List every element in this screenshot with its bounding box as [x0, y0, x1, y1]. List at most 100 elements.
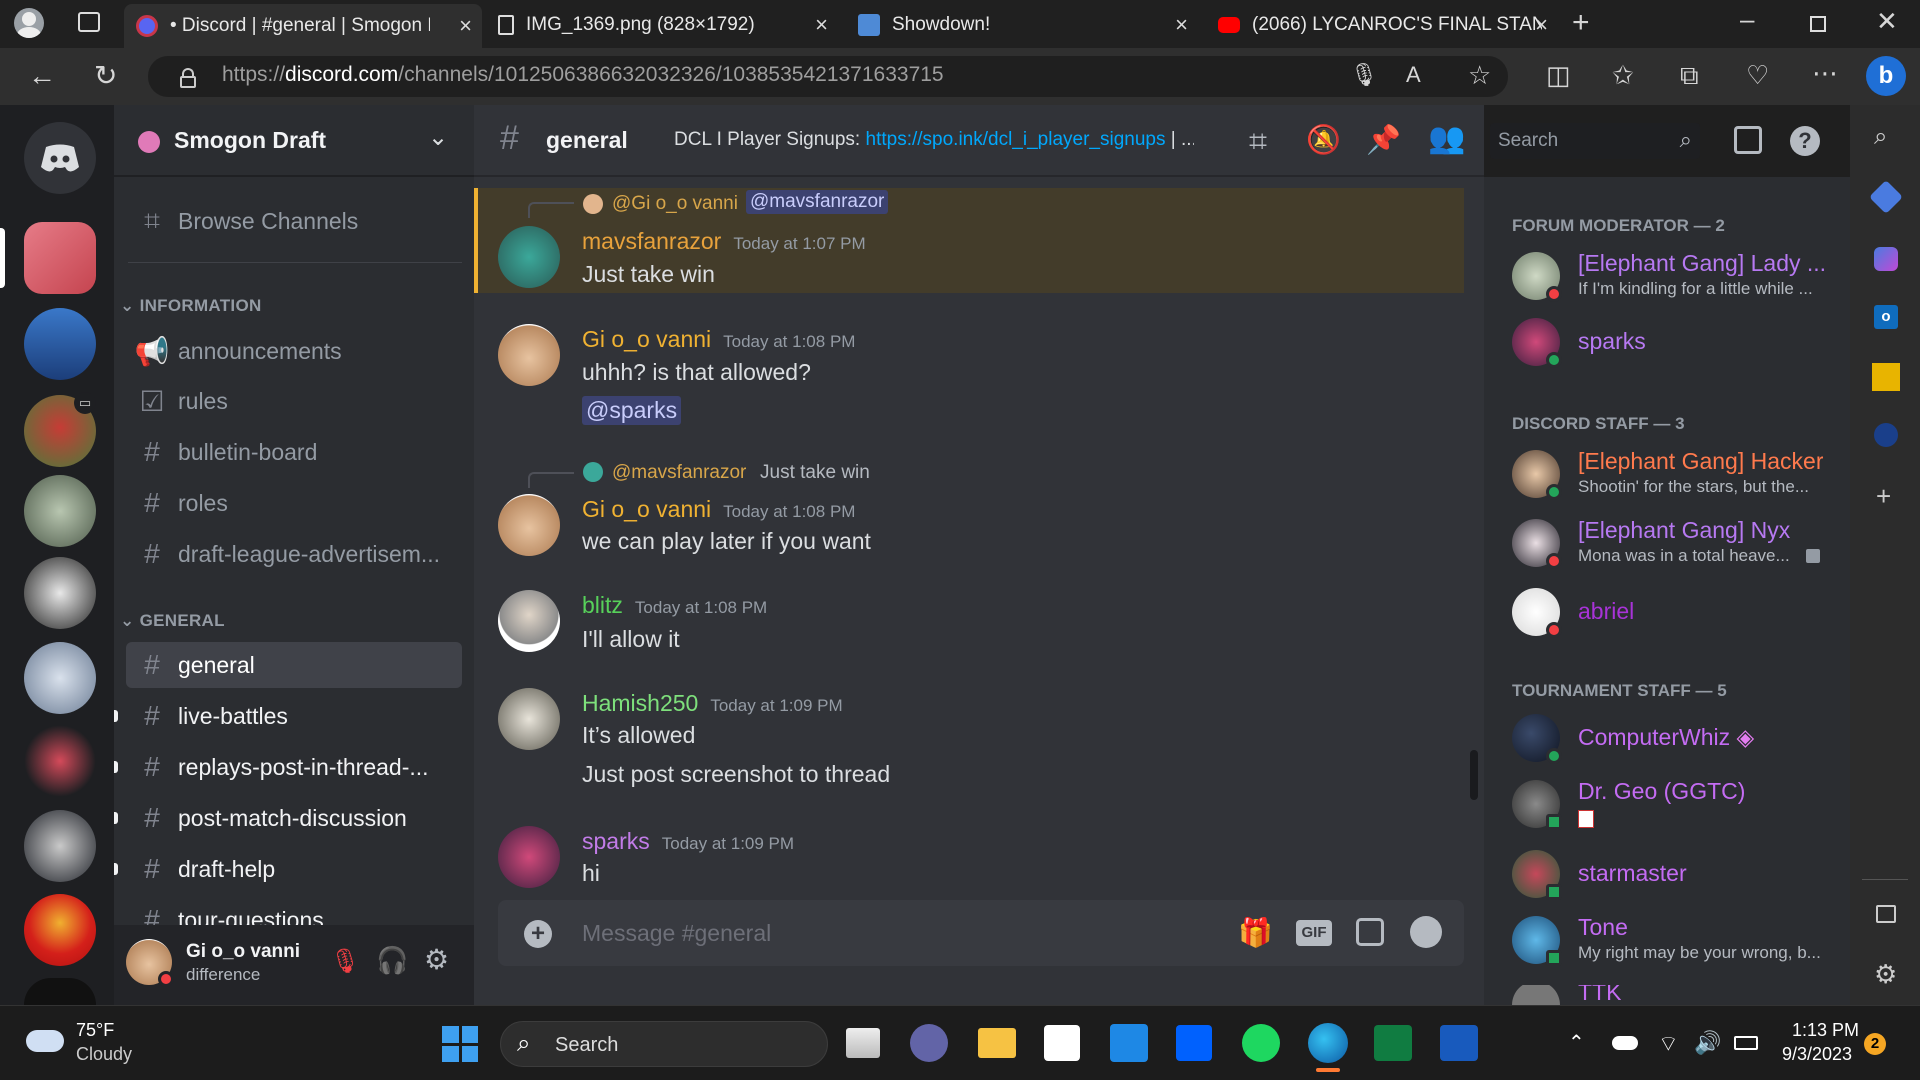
teams-chat-icon[interactable] — [910, 1024, 948, 1062]
microphone-icon[interactable]: 🎙 — [1350, 64, 1378, 86]
sidebar-toggle-icon[interactable] — [1876, 905, 1896, 923]
browser-essentials-icon[interactable]: ♡ — [1746, 62, 1769, 88]
author-name[interactable]: Gi o_o vanni Today at 1:08 PM — [582, 496, 855, 523]
search-input[interactable]: Search ⌕ — [1490, 123, 1700, 159]
headphones-icon[interactable]: 🎧 — [376, 945, 408, 976]
reply-author[interactable]: @mavsfanrazor — [612, 462, 746, 484]
server-icon-9[interactable] — [24, 894, 96, 966]
avatar[interactable] — [498, 324, 560, 386]
server-icon-5[interactable] — [24, 557, 96, 629]
inbox-icon[interactable] — [1734, 126, 1762, 154]
favorites-icon[interactable]: ✩ — [1612, 62, 1634, 88]
member-item[interactable]: [Elephant Gang] Nyx Mona was in a total … — [1512, 513, 1852, 573]
channel-tour-questions[interactable]: # tour-questions — [126, 897, 462, 925]
channel-roles[interactable]: # roles — [126, 480, 462, 526]
member-item[interactable]: sparks — [1512, 312, 1852, 372]
member-item[interactable]: abriel — [1512, 582, 1852, 642]
pinned-messages-icon[interactable]: 📌 — [1366, 123, 1401, 156]
onedrive-icon[interactable] — [1612, 1036, 1638, 1050]
start-button[interactable] — [442, 1026, 478, 1062]
server-icon-4[interactable] — [24, 475, 96, 547]
avatar[interactable] — [498, 494, 560, 556]
microsoft-store-icon[interactable] — [1044, 1025, 1080, 1061]
channel-announcements[interactable]: 📢 announcements — [126, 328, 462, 374]
chevron-down-icon[interactable]: ⌄ — [428, 123, 448, 152]
gif-icon[interactable]: GIF — [1296, 920, 1332, 946]
channel-topic[interactable]: DCL I Player Signups: https://spo.ink/dc… — [674, 129, 1194, 151]
channel-bulletin-board[interactable]: # bulletin-board — [126, 429, 462, 475]
profile-avatar[interactable] — [14, 8, 44, 38]
avatar[interactable] — [498, 826, 560, 888]
weather-cloud-icon[interactable] — [26, 1030, 64, 1052]
server-icon-7[interactable] — [24, 725, 96, 797]
author-name[interactable]: blitz Today at 1:08 PM — [582, 592, 767, 619]
url-text[interactable]: https://discord.com/channels/10125063866… — [222, 63, 944, 87]
member-item[interactable]: starmaster — [1512, 844, 1852, 904]
battery-icon[interactable] — [1734, 1036, 1758, 1050]
category-general[interactable]: ⌄ GENERAL — [120, 611, 225, 631]
topic-link[interactable]: https://spo.ink/dcl_i_player_signups — [866, 129, 1166, 150]
member-item[interactable]: Dr. Geo (GGTC) — [1512, 774, 1852, 834]
file-explorer-icon[interactable] — [978, 1028, 1016, 1058]
excel-icon[interactable] — [1374, 1025, 1412, 1061]
sticker-icon[interactable] — [1356, 918, 1384, 946]
clock-time[interactable]: 1:13 PM — [1792, 1020, 1859, 1041]
notification-badge[interactable]: 2 — [1864, 1033, 1886, 1055]
browse-channels[interactable]: ⌗ Browse Channels — [126, 198, 462, 244]
threads-icon[interactable]: ⌗ — [1249, 123, 1267, 161]
tab-youtube[interactable]: (2066) LYCANROC'S FINAL STANI × — [1206, 6, 1558, 44]
shopping-tag-icon[interactable] — [1869, 180, 1903, 214]
avatar[interactable] — [498, 226, 560, 288]
server-header[interactable]: Smogon Draft ⌄ — [114, 105, 474, 177]
server-icon-2[interactable] — [24, 308, 96, 380]
favorite-star-icon[interactable]: ☆ — [1468, 62, 1491, 88]
add-attachment-icon[interactable]: + — [524, 920, 552, 948]
close-tab-icon[interactable]: × — [1175, 12, 1188, 38]
mute-notifications-icon[interactable]: 🔕 — [1306, 123, 1341, 156]
author-name[interactable]: Gi o_o vanni Today at 1:08 PM — [582, 326, 855, 353]
server-icon-8[interactable] — [24, 810, 96, 882]
refresh-icon[interactable]: ↻ — [94, 62, 117, 90]
close-tab-icon[interactable]: × — [1535, 12, 1548, 38]
back-icon[interactable]: ← — [28, 62, 56, 90]
copilot-icon[interactable] — [1874, 247, 1898, 271]
collections-icon[interactable]: ⧉ — [1680, 62, 1699, 88]
restore-icon[interactable] — [1810, 16, 1826, 32]
search-icon[interactable]: ⌕ — [1874, 123, 1887, 151]
read-aloud-icon[interactable]: A — [1406, 64, 1421, 86]
task-view-icon[interactable] — [846, 1028, 880, 1058]
category-information[interactable]: ⌄ INFORMATION — [120, 296, 262, 316]
add-app-icon[interactable]: + — [1876, 481, 1891, 512]
bing-copilot-icon[interactable]: b — [1866, 56, 1906, 96]
member-item[interactable]: [Elephant Gang] Lady ... If I'm kindling… — [1512, 246, 1852, 306]
channel-draft-league-advertisements[interactable]: # draft-league-advertisem... — [126, 531, 462, 577]
member-item[interactable]: [Elephant Gang] Hacker Shootin' for the … — [1512, 444, 1852, 504]
member-item[interactable]: ComputerWhiz ◈ — [1512, 708, 1852, 768]
new-tab-icon[interactable]: + — [1572, 8, 1590, 38]
tab-image[interactable]: IMG_1369.png (828×1792) × — [486, 6, 838, 44]
chat-scrollbar[interactable] — [1470, 750, 1478, 800]
channel-general[interactable]: # general — [126, 642, 462, 688]
author-name[interactable]: Hamish250 Today at 1:09 PM — [582, 690, 843, 717]
user-name[interactable]: Gi o_o vanni — [186, 941, 300, 963]
channel-post-match-discussion[interactable]: # post-match-discussion — [126, 795, 462, 841]
volume-icon[interactable]: 🔊 — [1694, 1030, 1721, 1056]
channel-draft-help[interactable]: # draft-help — [126, 846, 462, 892]
emoji-icon[interactable] — [1410, 916, 1442, 948]
clock-date[interactable]: 9/3/2023 — [1782, 1044, 1852, 1065]
author-name[interactable]: mavsfanrazor Today at 1:07 PM — [582, 228, 866, 255]
close-tab-icon[interactable]: × — [815, 12, 828, 38]
avatar[interactable] — [498, 590, 560, 652]
reply-mention[interactable]: @mavsfanrazor — [746, 190, 889, 214]
mute-microphone-icon[interactable]: 🎙 — [330, 947, 360, 976]
more-options-icon[interactable]: ⋯ — [1812, 60, 1838, 86]
chevron-up-icon[interactable]: ⌃ — [1568, 1030, 1585, 1055]
channel-rules[interactable]: ☑ rules — [126, 378, 462, 424]
server-smogon-draft[interactable] — [24, 222, 96, 294]
spotify-icon[interactable] — [1242, 1024, 1280, 1062]
discord-home-icon[interactable] — [24, 122, 96, 194]
app-icon[interactable] — [1874, 423, 1898, 447]
wifi-icon[interactable]: ⌔ — [1658, 1030, 1679, 1058]
avatar[interactable] — [498, 688, 560, 750]
author-name[interactable]: sparks Today at 1:09 PM — [582, 828, 794, 855]
